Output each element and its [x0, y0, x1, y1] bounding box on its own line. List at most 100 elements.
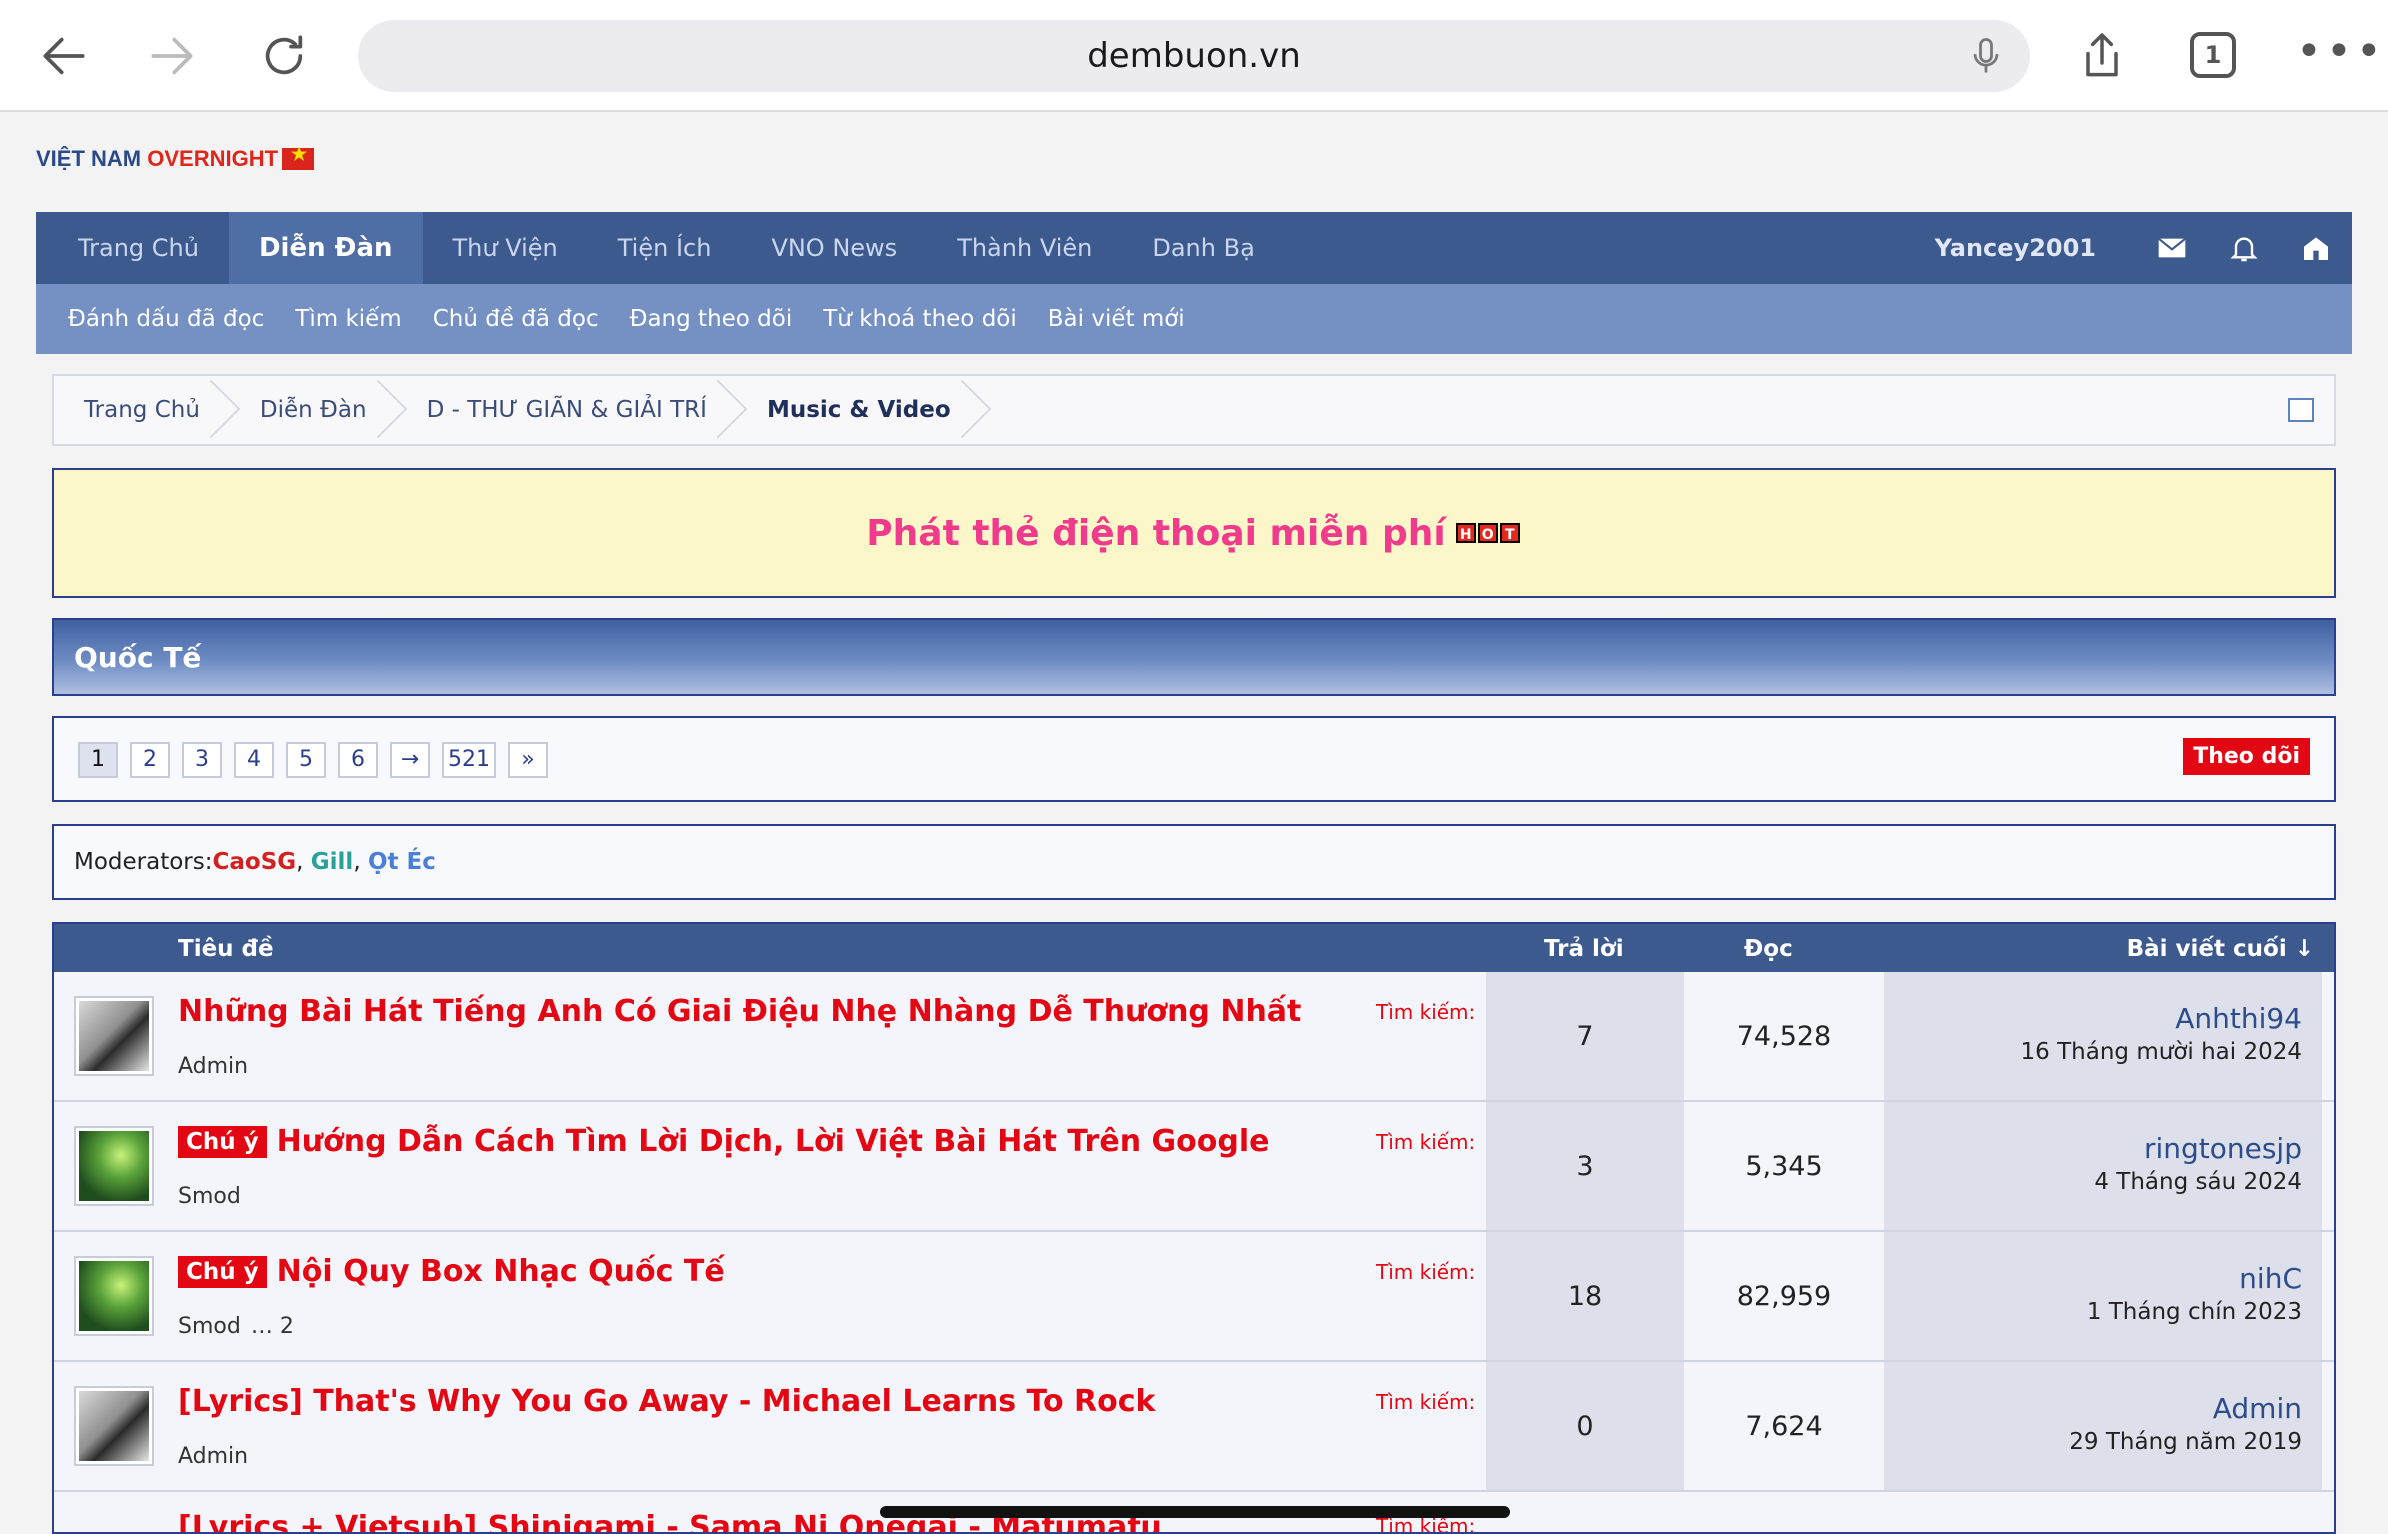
- page-link[interactable]: 5: [286, 742, 326, 778]
- view-count: 7,624: [1745, 1410, 1823, 1442]
- moderator-link[interactable]: CaoSG: [213, 849, 297, 875]
- search-label: Tìm kiếm:: [1376, 1000, 1476, 1024]
- last-post-user[interactable]: ringtonesjp: [1884, 1132, 2302, 1165]
- nav-tab-news[interactable]: VNO News: [741, 212, 927, 284]
- thread-author[interactable]: Admin: [178, 1054, 248, 1079]
- page-link[interactable]: 3: [182, 742, 222, 778]
- sub-nav-new-posts[interactable]: Bài viết mới: [1048, 306, 1185, 332]
- last-page-button[interactable]: »: [508, 742, 548, 778]
- back-button[interactable]: [26, 18, 102, 94]
- moderators-box: Moderators: CaoSG, Gill, Ọt Éc: [52, 824, 2336, 900]
- sticky-tag: Chú ý: [178, 1255, 267, 1288]
- last-post-cell: Anhthi94 16 Tháng mười hai 2024: [1884, 972, 2322, 1100]
- sub-nav-mark-read[interactable]: Đánh dấu đã đọc: [68, 306, 264, 332]
- page-link[interactable]: 4: [234, 742, 274, 778]
- search-label: Tìm kiếm:: [1376, 1390, 1476, 1414]
- nav-tab-home[interactable]: Trang Chủ: [48, 212, 229, 284]
- avatar[interactable]: [74, 1386, 154, 1466]
- nav-tab-utilities[interactable]: Tiện Ích: [588, 212, 742, 284]
- reload-button[interactable]: [246, 18, 322, 94]
- microphone-icon[interactable]: [1964, 34, 2008, 78]
- reload-icon: [265, 35, 303, 75]
- last-post-cell: ringtonesjp 4 Tháng sáu 2024: [1884, 1102, 2322, 1230]
- page-link[interactable]: 2: [130, 742, 170, 778]
- thread-pages[interactable]: … 2: [251, 1314, 294, 1339]
- view-count: 74,528: [1736, 1020, 1832, 1052]
- page-content: VIỆT NAM OVERNIGHT Trang Chủ Diễn Đàn Th…: [0, 114, 2388, 1534]
- header-title[interactable]: Tiêu đề: [178, 936, 274, 962]
- url-text: dembuon.vn: [1087, 36, 1301, 76]
- reply-count: 3: [1486, 1102, 1684, 1230]
- forward-button[interactable]: [134, 18, 210, 94]
- address-bar[interactable]: dembuon.vn: [358, 20, 2030, 92]
- avatar[interactable]: [74, 1126, 154, 1206]
- moderator-link[interactable]: Ọt Éc: [368, 849, 436, 875]
- sticky-tag: Chú ý: [178, 1125, 267, 1158]
- thread-title-link[interactable]: Nội Quy Box Nhạc Quốc Tế: [277, 1254, 725, 1289]
- breadcrumb-forum[interactable]: Diễn Đàn: [230, 376, 397, 444]
- sub-nav-read-threads[interactable]: Chủ đề đã đọc: [433, 306, 599, 332]
- last-post-cell: nihC 1 Tháng chín 2023: [1884, 1232, 2322, 1360]
- header-last-post[interactable]: Bài viết cuối ↓: [2127, 936, 2314, 962]
- main-navigation: Trang Chủ Diễn Đàn Thư Viện Tiện Ích VNO…: [36, 212, 2352, 284]
- nav-tab-directory[interactable]: Danh Bạ: [1122, 212, 1284, 284]
- nav-tab-members[interactable]: Thành Viên: [927, 212, 1122, 284]
- last-post-date: 1 Tháng chín 2023: [2086, 1299, 2302, 1325]
- header-views[interactable]: Đọc: [1744, 936, 1793, 962]
- follow-button[interactable]: Theo dõi: [2183, 738, 2310, 775]
- thread-title-link[interactable]: Những Bài Hát Tiếng Anh Có Giai Điệu Nhẹ…: [178, 994, 1301, 1029]
- site-logo[interactable]: VIỆT NAM OVERNIGHT: [36, 144, 315, 172]
- sub-navigation: Đánh dấu đã đọc Tìm kiếm Chủ đề đã đọc Đ…: [36, 284, 2352, 354]
- thread-author[interactable]: Smod: [178, 1314, 241, 1339]
- header-replies[interactable]: Trả lời: [1544, 936, 1624, 962]
- banner-text: Phát thẻ điện thoại miễn phí: [866, 512, 1446, 554]
- mail-icon[interactable]: [2136, 212, 2208, 284]
- last-post-user[interactable]: nihC: [1884, 1262, 2302, 1295]
- nav-tab-forum[interactable]: Diễn Đàn: [228, 212, 423, 284]
- reply-count: 7: [1486, 972, 1684, 1100]
- thread-author[interactable]: Smod: [178, 1184, 241, 1209]
- next-page-button[interactable]: →: [390, 742, 430, 778]
- last-post-date: 16 Tháng mười hai 2024: [2020, 1039, 2302, 1065]
- moderator-link[interactable]: Gill: [311, 849, 354, 875]
- pagination-bar: 1 2 3 4 5 6 → 521 » Theo dõi: [52, 716, 2336, 802]
- breadcrumb-current[interactable]: Music & Video: [737, 376, 981, 444]
- moderators-label: Moderators:: [74, 849, 213, 875]
- breadcrumb-home[interactable]: Trang Chủ: [54, 376, 230, 444]
- hot-badge: HOT: [1455, 523, 1522, 543]
- thread-row: [Lyrics] That's Why You Go Away - Michae…: [54, 1362, 2334, 1492]
- popout-icon[interactable]: [2288, 398, 2314, 422]
- bell-icon[interactable]: [2208, 212, 2280, 284]
- view-count: 82,959: [1736, 1280, 1832, 1312]
- breadcrumb: Trang Chủ Diễn Đàn D - THƯ GIÃN & GIẢI T…: [52, 374, 2336, 446]
- more-options-icon[interactable]: •••: [2296, 26, 2386, 77]
- sub-nav-search[interactable]: Tìm kiếm: [295, 306, 401, 332]
- username-link[interactable]: Yancey2001: [1935, 234, 2096, 262]
- breadcrumb-category[interactable]: D - THƯ GIÃN & GIẢI TRÍ: [397, 376, 737, 444]
- reply-count: 18: [1486, 1232, 1684, 1360]
- last-post-user[interactable]: Admin: [1884, 1392, 2302, 1425]
- thread-title-link[interactable]: Hướng Dẫn Cách Tìm Lời Dịch, Lời Việt Bà…: [277, 1124, 1270, 1159]
- avatar[interactable]: [74, 996, 154, 1076]
- share-button[interactable]: [2064, 18, 2140, 94]
- page-link[interactable]: 1: [78, 742, 118, 778]
- thread-author-line: Smod … 2: [178, 1314, 294, 1339]
- thread-row: Chú ý Hướng Dẫn Cách Tìm Lời Dịch, Lời V…: [54, 1102, 2334, 1232]
- sub-nav-keywords[interactable]: Từ khoá theo dõi: [823, 306, 1017, 332]
- last-post-user[interactable]: Anhthi94: [1884, 1002, 2302, 1035]
- last-post-cell: Admin 29 Tháng năm 2019: [1884, 1362, 2322, 1490]
- thread-author[interactable]: Admin: [178, 1444, 248, 1469]
- thread-row: Những Bài Hát Tiếng Anh Có Giai Điệu Nhẹ…: [54, 972, 2334, 1102]
- sub-nav-watching[interactable]: Đang theo dõi: [630, 306, 793, 332]
- thread-title-link[interactable]: [Lyrics] That's Why You Go Away - Michae…: [178, 1384, 1156, 1419]
- avatar[interactable]: [74, 1256, 154, 1336]
- page-link[interactable]: 6: [338, 742, 378, 778]
- last-post-date: 29 Tháng năm 2019: [2069, 1429, 2302, 1455]
- vietnam-flag-icon: [282, 144, 315, 170]
- search-label: Tìm kiếm:: [1376, 1260, 1476, 1284]
- last-page-link[interactable]: 521: [442, 742, 496, 778]
- promo-banner[interactable]: Phát thẻ điện thoại miễn phí HOT: [52, 468, 2336, 598]
- nav-tab-library[interactable]: Thư Viện: [423, 212, 588, 284]
- tabs-button[interactable]: 1: [2190, 32, 2236, 78]
- home-icon[interactable]: [2280, 212, 2352, 284]
